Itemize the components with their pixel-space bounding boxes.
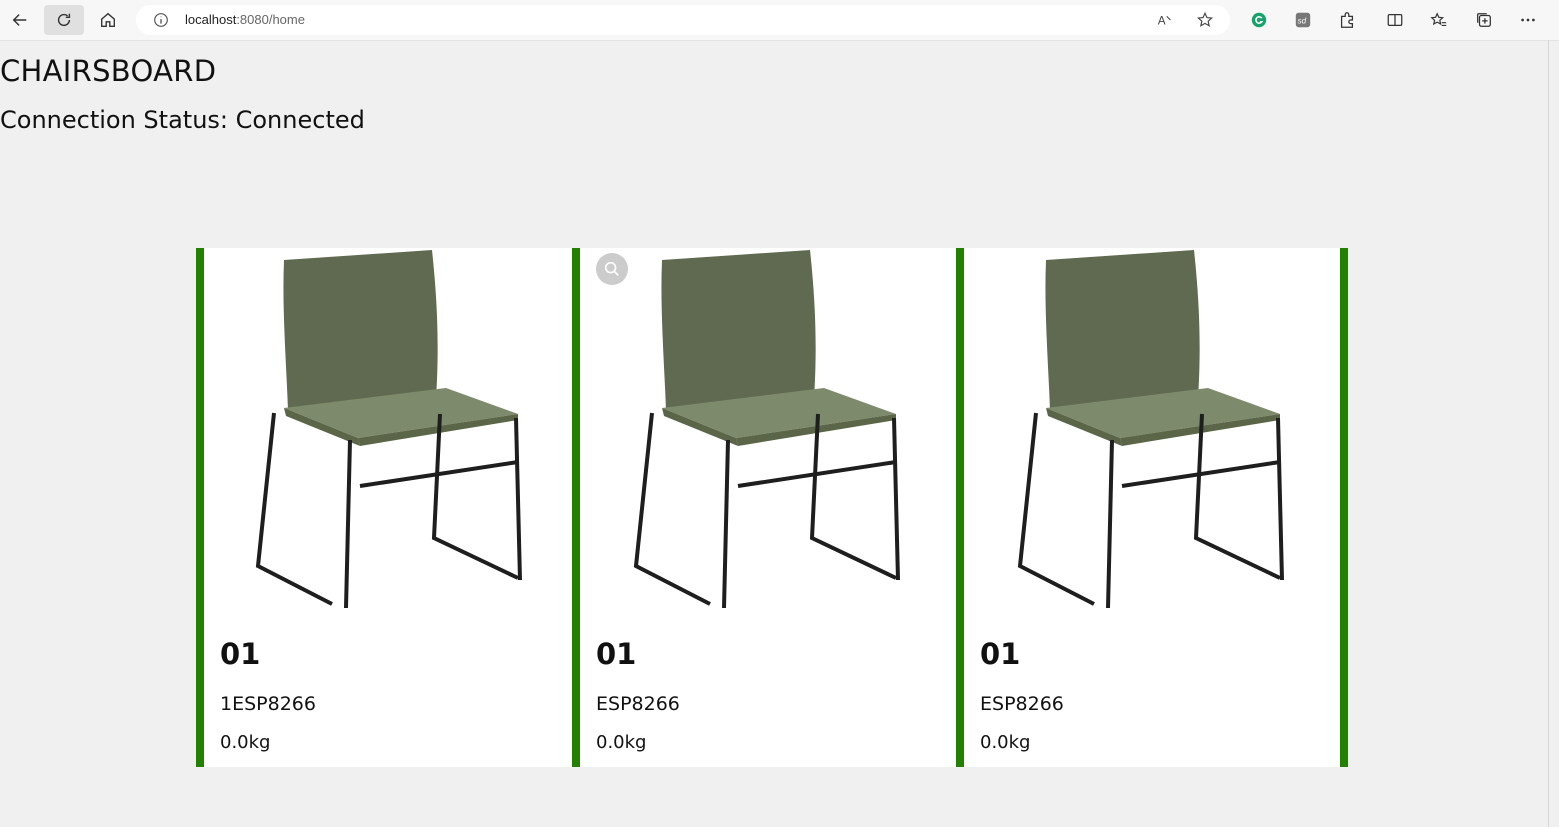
chair-image [633,250,900,609]
read-aloud-icon[interactable]: A [1156,11,1174,29]
chair-card-list: 01 1ESP8266 0.0kg 01 ESP8266 0.0kg 01 ES… [196,248,1348,767]
image-zoom-button[interactable] [596,253,628,285]
favorites-icon[interactable] [1430,11,1448,29]
browser-toolbar: localhost:8080/home A sd [0,0,1559,41]
favorite-icon[interactable] [1196,11,1214,29]
chair-weight: 0.0kg [980,732,1031,753]
url-text[interactable]: localhost:8080/home [185,12,305,27]
page-divider [1548,40,1549,827]
device-name: 1ESP8266 [220,693,316,715]
chair-image [1017,250,1284,609]
reload-icon [57,13,71,27]
split-screen-icon[interactable] [1386,11,1404,29]
sd-extension-icon[interactable]: sd [1294,11,1312,29]
page-title: CHAIRSBOARD [0,54,217,88]
chair-id: 01 [980,637,1021,671]
more-icon[interactable] [1519,11,1537,29]
collections-icon[interactable] [1475,11,1493,29]
chair-id: 01 [220,637,261,671]
back-button[interactable] [0,5,40,35]
svg-text:sd: sd [1298,17,1307,26]
chair-card[interactable]: 01 1ESP8266 0.0kg [196,248,572,767]
chair-weight: 0.0kg [220,732,271,753]
extensions-icon[interactable] [1338,11,1356,29]
device-name: ESP8266 [596,693,680,715]
chair-card[interactable]: 01 ESP8266 0.0kg [572,248,956,767]
connection-status: Connection Status: Connected [0,106,365,134]
back-icon [12,14,27,26]
home-icon [101,12,115,27]
magnifier-icon [604,261,619,276]
svg-text:A: A [1158,15,1166,28]
info-icon[interactable] [152,11,170,29]
device-name: ESP8266 [980,693,1064,715]
chair-card[interactable]: 01 ESP8266 0.0kg [956,248,1348,767]
url-path: :8080/home [236,12,305,27]
chair-id: 01 [596,637,637,671]
home-button[interactable] [88,5,128,35]
address-bar[interactable]: localhost:8080/home A [136,5,1230,35]
url-host: localhost [185,12,237,27]
reload-button[interactable] [44,5,84,35]
chair-weight: 0.0kg [596,732,647,753]
grammarly-icon[interactable] [1250,11,1268,29]
chair-image [255,250,522,609]
